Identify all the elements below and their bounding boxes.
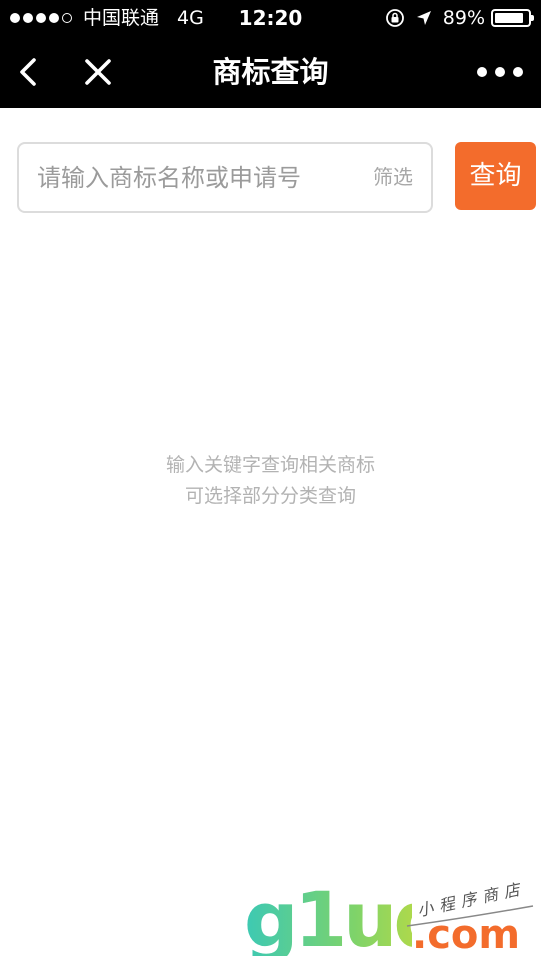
- watermark-brand: g1ud: [244, 886, 412, 956]
- empty-hint-line2: 可选择部分分类查询: [184, 485, 356, 507]
- search-button[interactable]: 查询: [455, 142, 536, 210]
- more-dot: [495, 67, 505, 77]
- trademark-search-input[interactable]: [37, 144, 357, 211]
- search-box: 筛选: [17, 142, 433, 213]
- battery-fill: [495, 13, 524, 23]
- more-options-icon[interactable]: [477, 62, 523, 82]
- filter-button[interactable]: 筛选: [373, 144, 413, 211]
- watermark-logo: g1ud 小程序商店 .com: [240, 879, 540, 960]
- status-bar: 中国联通 4G 12:20 89%: [0, 0, 541, 36]
- battery-percent: 89%: [442, 7, 485, 29]
- watermark-suffix: .com: [412, 912, 521, 958]
- screen: 中国联通 4G 12:20 89% 商标查询 请输入商标名称或申请号 筛选 查询…: [0, 0, 541, 960]
- more-dot: [513, 67, 523, 77]
- empty-state-hint: 输入关键字查询相关商标 可选择部分分类查询: [0, 450, 541, 512]
- rotation-lock-icon: [385, 9, 404, 27]
- nav-bar: 商标查询: [0, 36, 541, 108]
- battery-icon: [491, 9, 534, 27]
- location-arrow-icon: [416, 11, 431, 25]
- status-right: 89%: [385, 0, 534, 36]
- watermark-brand-text: g1ud: [244, 886, 412, 956]
- page-title: 商标查询: [212, 55, 329, 89]
- empty-hint-line1: 输入关键字查询相关商标: [165, 454, 375, 476]
- more-dot: [477, 67, 487, 77]
